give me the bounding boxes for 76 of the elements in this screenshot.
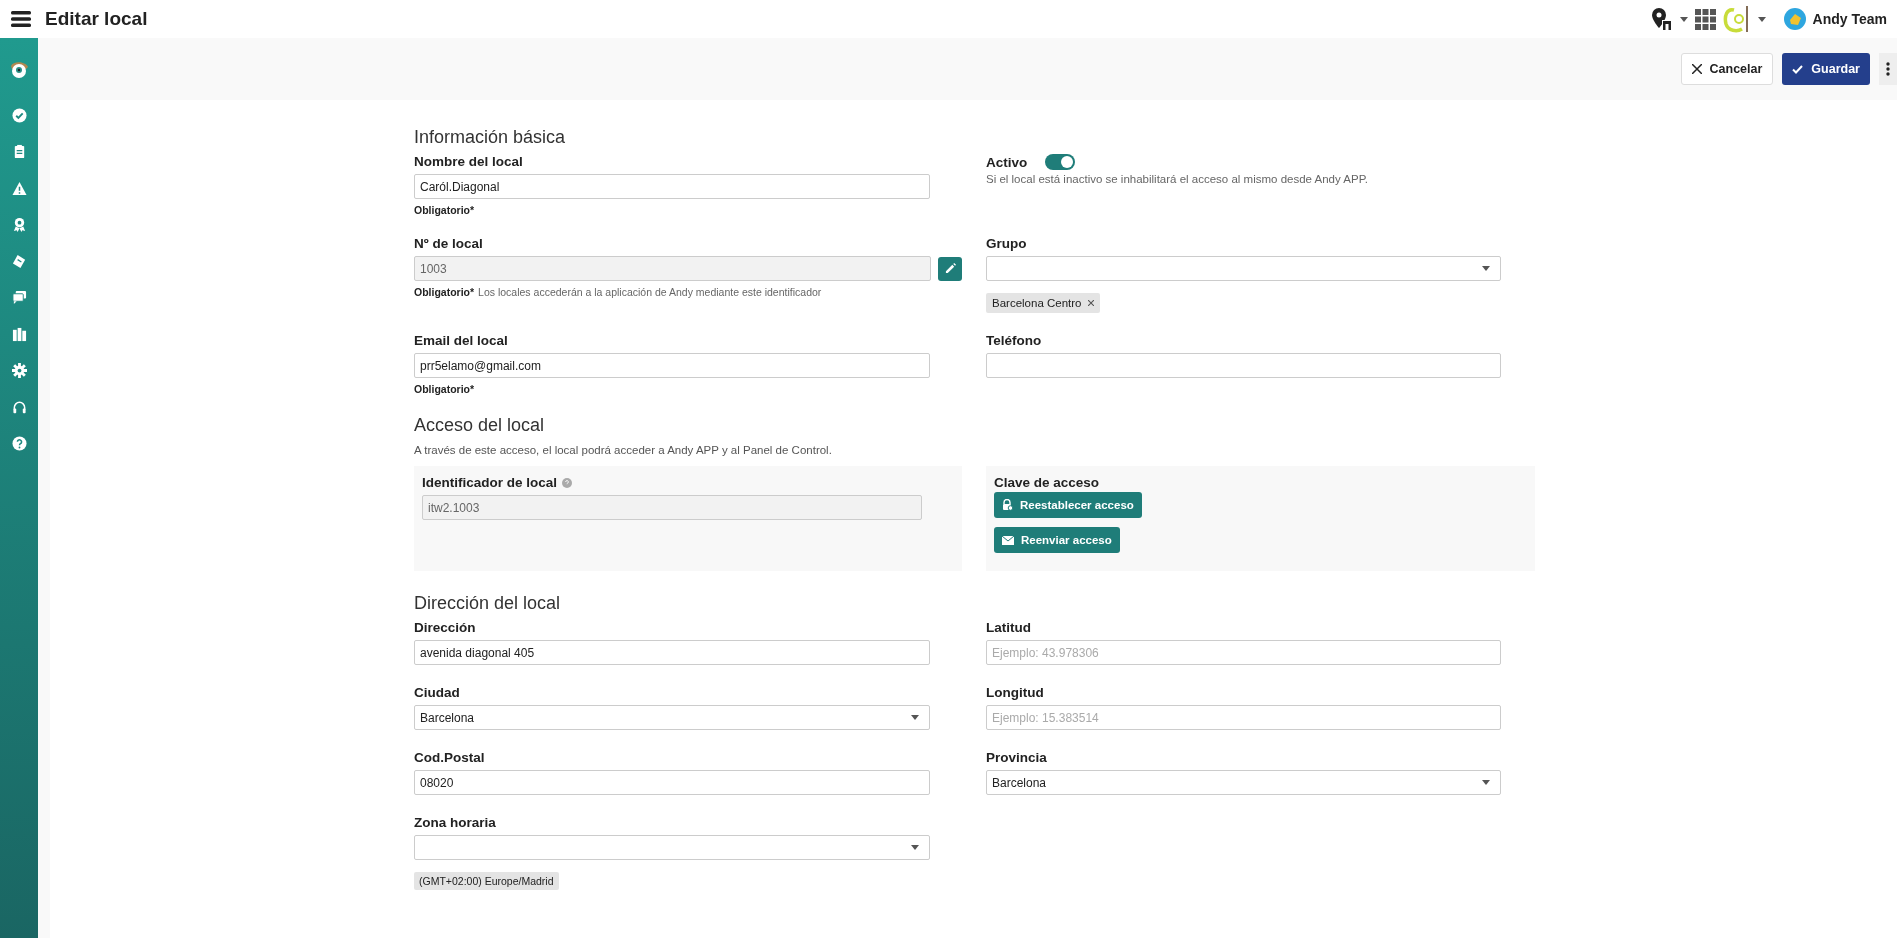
apps-grid-icon[interactable]: [1694, 8, 1716, 30]
text-input[interactable]: Caról.Diagonal: [414, 174, 930, 199]
text-input[interactable]: avenida diagonal 405: [414, 640, 930, 665]
required-note: Obligatorio*: [414, 383, 475, 395]
close-icon: [1691, 64, 1702, 74]
field-label: Longitud: [986, 685, 1045, 700]
selected-tag: (GMT+02:00) Europe/Madrid: [414, 872, 559, 890]
number-input[interactable]: 1003: [414, 256, 931, 281]
section-title: Dirección del local: [414, 593, 562, 614]
checkmark-icon: [1792, 64, 1804, 74]
select-field[interactable]: Barcelona: [414, 705, 930, 730]
field-label: Clave de acceso: [994, 475, 1100, 490]
brand-logo-drawing[interactable]: [1722, 4, 1751, 34]
avatar-icon[interactable]: [1783, 8, 1806, 30]
select-field[interactable]: [414, 835, 930, 860]
selected-tag: Barcelona Centro: [986, 293, 1100, 313]
field-label: Grupo: [986, 236, 1028, 251]
remove-icon[interactable]: [1087, 300, 1094, 306]
field-label: Nombre del local: [414, 154, 524, 169]
user-name[interactable]: Andy Team: [1812, 11, 1887, 27]
help-text: Los locales accederán a la aplicación de Andy mediante este identificador: [478, 286, 822, 298]
text-input[interactable]: prr5elamo@gmail.com: [414, 353, 930, 378]
section-title: Acceso del local: [414, 415, 546, 436]
text-input[interactable]: [986, 353, 1501, 378]
select-field[interactable]: Barcelona: [986, 770, 1501, 795]
section-description: A través de este acceso, el local podrá acceder a Andy APP y al Panel de Control.: [414, 444, 833, 456]
resend-access-button[interactable]: Reenviar acceso: [994, 527, 1120, 553]
reset-access-button[interactable]: Reestablecer acceso: [994, 492, 1142, 518]
kebab-icon: [1886, 62, 1890, 76]
menu-icon[interactable]: [11, 11, 31, 27]
save-button[interactable]: Guardar: [1782, 53, 1870, 85]
lock-icon: [1002, 499, 1013, 511]
identifier-input[interactable]: itw2.1003: [422, 495, 922, 520]
field-label: Email del local: [414, 333, 509, 348]
toggle-description: Si el local está inactivo se inhabilitará el acceso al mismo desde Andy APP.: [986, 173, 1370, 185]
edit-button[interactable]: [938, 256, 962, 281]
store-location-icon[interactable]: [1650, 8, 1673, 30]
caret-icon: [1482, 780, 1490, 785]
text-input[interactable]: Ejemplo: 15.383514: [986, 705, 1501, 730]
mascot-icon[interactable]: [9, 60, 29, 80]
field-label: Teléfono: [986, 333, 1043, 348]
active-toggle[interactable]: [1045, 154, 1076, 170]
text-input[interactable]: 08020: [414, 770, 930, 795]
caret-icon: [1757, 16, 1766, 22]
gear-icon[interactable]: [11, 363, 27, 378]
caret-icon: [911, 845, 919, 850]
field-label: Zona horaria: [414, 815, 497, 830]
required-note: Obligatorio*: [414, 286, 475, 298]
page-title: Editar local: [45, 8, 148, 30]
headset-icon[interactable]: [11, 399, 27, 415]
field-label: Latitud: [986, 620, 1032, 635]
more-options-button[interactable]: [1879, 53, 1897, 85]
award-icon[interactable]: [11, 217, 27, 232]
ticket-icon[interactable]: [11, 253, 27, 269]
section-title: Información básica: [414, 127, 567, 148]
field-label: Ciudad: [414, 685, 461, 700]
caret-icon: [1679, 16, 1688, 22]
field-label: Provincia: [986, 750, 1048, 765]
chat-icon[interactable]: [11, 290, 27, 305]
warning-icon[interactable]: [11, 180, 27, 196]
required-note: Obligatorio*: [414, 204, 475, 216]
field-label: Activo: [986, 154, 1028, 170]
help-icon[interactable]: [562, 477, 573, 488]
field-label: Cod.Postal: [414, 750, 486, 765]
caret-icon: [1482, 266, 1490, 271]
select-field[interactable]: [986, 256, 1501, 281]
field-label: Dirección: [414, 620, 477, 635]
envelope-icon: [1002, 535, 1014, 545]
help-icon[interactable]: [11, 436, 27, 451]
text-input[interactable]: Ejemplo: 43.978306: [986, 640, 1501, 665]
caret-icon: [911, 715, 919, 720]
pencil-icon: [944, 263, 956, 274]
field-label: Nº de local: [414, 236, 484, 251]
field-label: Identificador de local: [422, 475, 558, 490]
cancel-button[interactable]: Cancelar: [1680, 53, 1774, 85]
check-circle-icon[interactable]: [11, 107, 27, 123]
